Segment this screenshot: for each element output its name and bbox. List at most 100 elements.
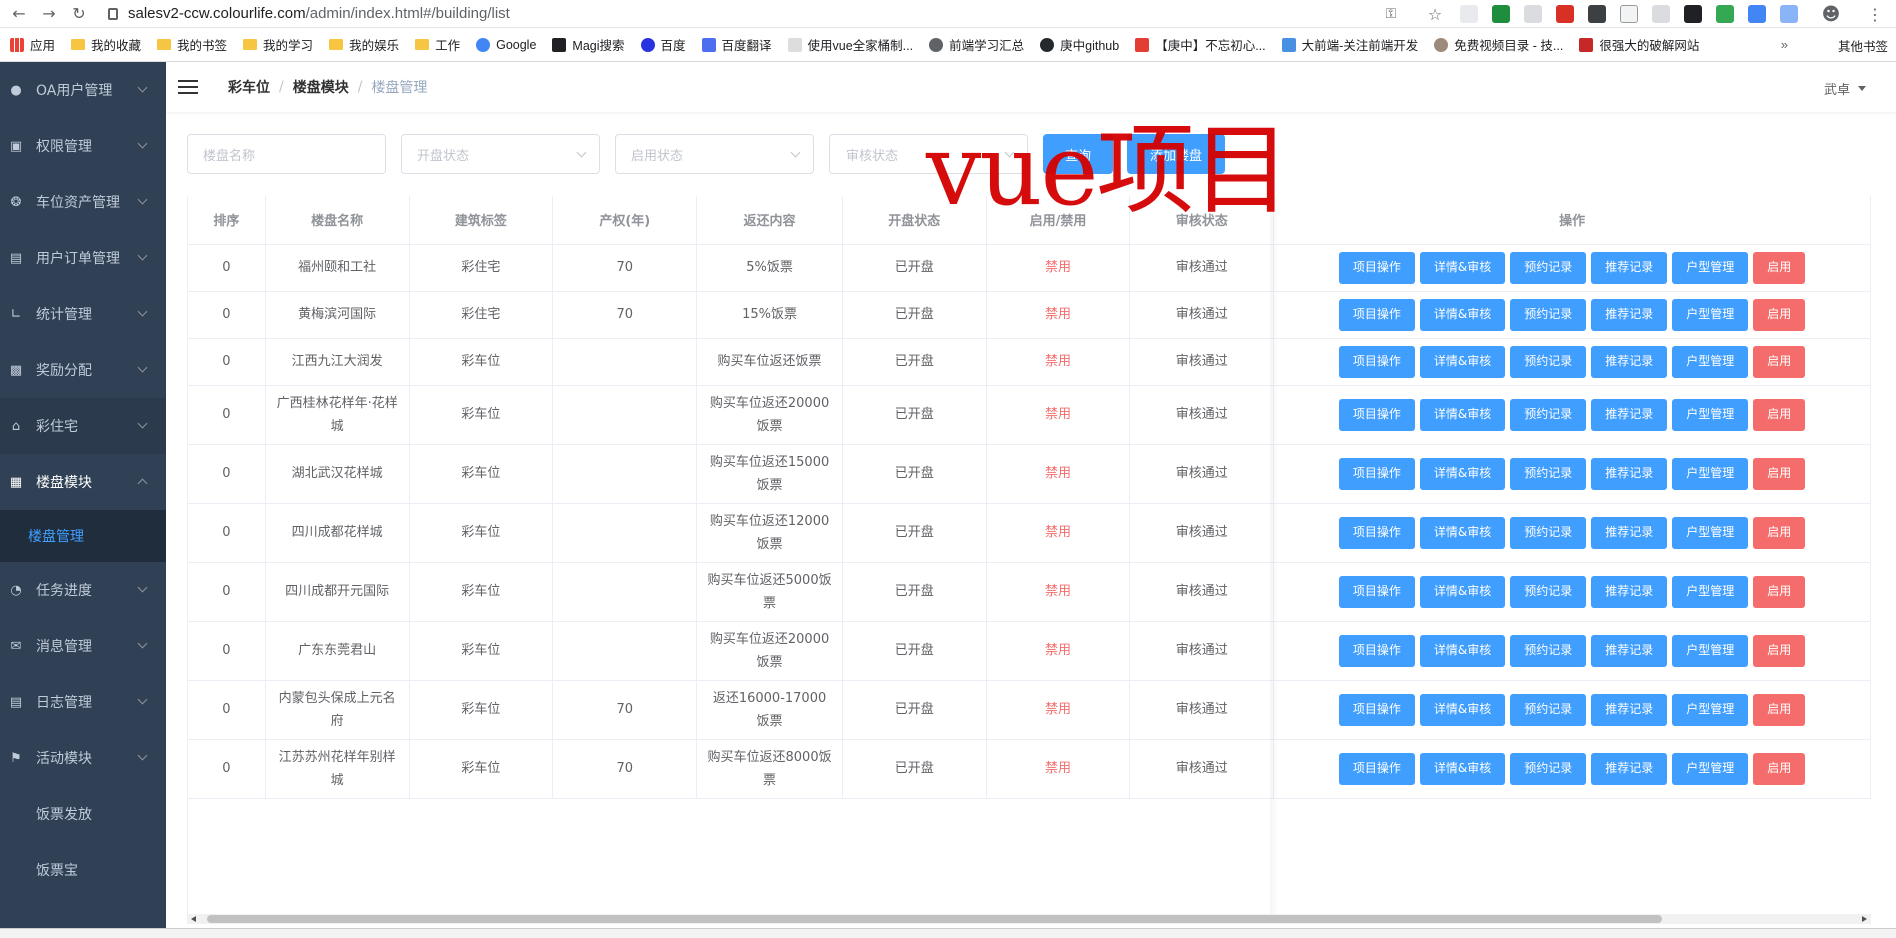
unit-type-button[interactable]: 户型管理 bbox=[1672, 345, 1749, 378]
project-ops-button[interactable]: 项目操作 bbox=[1338, 298, 1415, 331]
bookmark-item[interactable]: 工作 bbox=[415, 35, 460, 54]
sidebar-item-meal-ticket-issue[interactable]: 饭票发放 bbox=[0, 786, 166, 842]
referral-records-button[interactable]: 推荐记录 bbox=[1591, 575, 1668, 608]
unit-type-button[interactable]: 户型管理 bbox=[1672, 752, 1749, 785]
reservation-records-button[interactable]: 预约记录 bbox=[1510, 298, 1587, 331]
hamburger-icon[interactable] bbox=[178, 80, 198, 94]
url-field[interactable]: salesv2-ccw.colourlife.com/admin/index.h… bbox=[108, 5, 510, 22]
extension-icon[interactable] bbox=[1460, 5, 1478, 23]
referral-records-button[interactable]: 推荐记录 bbox=[1591, 693, 1668, 726]
sidebar-item-meal-ticket-treasure[interactable]: 饭票宝 bbox=[0, 842, 166, 898]
account-icon[interactable]: ☻ bbox=[1820, 3, 1842, 25]
unit-type-button[interactable]: 户型管理 bbox=[1672, 634, 1749, 667]
bookmark-item[interactable]: 我的收藏 bbox=[71, 35, 141, 54]
sidebar-item-statistics[interactable]: ∟ 统计管理 bbox=[0, 286, 166, 342]
bookmark-item[interactable]: 我的学习 bbox=[243, 35, 313, 54]
project-ops-button[interactable]: 项目操作 bbox=[1338, 575, 1415, 608]
sidebar-item-oa-users[interactable]: ● OA用户管理 bbox=[0, 62, 166, 118]
horizontal-scrollbar[interactable] bbox=[187, 914, 1871, 924]
reload-icon[interactable]: ↻ bbox=[68, 3, 90, 25]
building-name-input[interactable]: 楼盘名称 bbox=[187, 134, 386, 174]
breadcrumb-item[interactable]: 楼盘模块 bbox=[293, 77, 349, 97]
bookmark-item[interactable]: Google bbox=[476, 37, 536, 52]
extension-icon[interactable] bbox=[1684, 5, 1702, 23]
unit-type-button[interactable]: 户型管理 bbox=[1672, 457, 1749, 490]
extension-icon[interactable] bbox=[1748, 5, 1766, 23]
reservation-records-button[interactable]: 预约记录 bbox=[1510, 634, 1587, 667]
referral-records-button[interactable]: 推荐记录 bbox=[1591, 398, 1668, 431]
enable-button[interactable]: 启用 bbox=[1753, 398, 1806, 431]
scrollbar-thumb[interactable] bbox=[207, 915, 1662, 923]
unit-type-button[interactable]: 户型管理 bbox=[1672, 251, 1749, 284]
extension-icon[interactable] bbox=[1652, 5, 1670, 23]
referral-records-button[interactable]: 推荐记录 bbox=[1591, 298, 1668, 331]
star-icon[interactable]: ☆ bbox=[1424, 3, 1446, 25]
referral-records-button[interactable]: 推荐记录 bbox=[1591, 457, 1668, 490]
reservation-records-button[interactable]: 预约记录 bbox=[1510, 398, 1587, 431]
reservation-records-button[interactable]: 预约记录 bbox=[1510, 693, 1587, 726]
enable-button[interactable]: 启用 bbox=[1753, 298, 1806, 331]
bookmark-item[interactable]: 免费视频目录 - 技... bbox=[1434, 35, 1563, 54]
bookmarks-overflow-icon[interactable]: » bbox=[1781, 37, 1788, 52]
extension-icon[interactable] bbox=[1780, 5, 1798, 23]
enable-button[interactable]: 启用 bbox=[1753, 251, 1806, 284]
extension-icon[interactable] bbox=[1716, 5, 1734, 23]
referral-records-button[interactable]: 推荐记录 bbox=[1591, 251, 1668, 284]
project-ops-button[interactable]: 项目操作 bbox=[1338, 516, 1415, 549]
sidebar-item-residence[interactable]: ⌂ 彩住宅 bbox=[0, 398, 166, 454]
unit-type-button[interactable]: 户型管理 bbox=[1672, 575, 1749, 608]
extension-icon[interactable] bbox=[1492, 5, 1510, 23]
audit-status-select[interactable]: 审核状态 bbox=[829, 134, 1028, 174]
sidebar-item-task-progress[interactable]: ◔ 任务进度 bbox=[0, 562, 166, 618]
extension-icon[interactable] bbox=[1556, 5, 1574, 23]
bookmark-item[interactable]: 百度 bbox=[640, 35, 686, 54]
other-bookmarks[interactable]: 其他书签 bbox=[1830, 28, 1896, 61]
detail-audit-button[interactable]: 详情&审核 bbox=[1419, 457, 1506, 490]
enable-status-select[interactable]: 启用状态 bbox=[615, 134, 814, 174]
extension-icon[interactable] bbox=[1588, 5, 1606, 23]
open-status-select[interactable]: 开盘状态 bbox=[401, 134, 600, 174]
enable-button[interactable]: 启用 bbox=[1753, 457, 1806, 490]
project-ops-button[interactable]: 项目操作 bbox=[1338, 752, 1415, 785]
bookmark-item[interactable]: 我的书签 bbox=[157, 35, 227, 54]
query-button[interactable]: 查询 bbox=[1043, 134, 1113, 174]
sidebar-item-building-module[interactable]: ▦ 楼盘模块 bbox=[0, 454, 166, 510]
bookmark-item[interactable]: 【庚中】不忘初心... bbox=[1135, 35, 1266, 54]
breadcrumb-item[interactable]: 彩车位 bbox=[228, 77, 270, 97]
detail-audit-button[interactable]: 详情&审核 bbox=[1419, 634, 1506, 667]
unit-type-button[interactable]: 户型管理 bbox=[1672, 398, 1749, 431]
sidebar-item-messages[interactable]: ✉ 消息管理 bbox=[0, 618, 166, 674]
menu-dots-icon[interactable]: ⋮ bbox=[1864, 3, 1886, 25]
bookmark-item[interactable]: 大前端-关注前端开发 bbox=[1281, 35, 1418, 54]
reservation-records-button[interactable]: 预约记录 bbox=[1510, 516, 1587, 549]
referral-records-button[interactable]: 推荐记录 bbox=[1591, 634, 1668, 667]
back-icon[interactable]: ← bbox=[8, 3, 30, 25]
reservation-records-button[interactable]: 预约记录 bbox=[1510, 457, 1587, 490]
add-building-button[interactable]: 添加楼盘 bbox=[1127, 134, 1225, 174]
project-ops-button[interactable]: 项目操作 bbox=[1338, 457, 1415, 490]
project-ops-button[interactable]: 项目操作 bbox=[1338, 345, 1415, 378]
enable-button[interactable]: 启用 bbox=[1753, 516, 1806, 549]
bookmark-item[interactable]: Magi搜索 bbox=[552, 35, 625, 54]
scroll-right-icon[interactable] bbox=[1862, 916, 1867, 922]
bookmark-item[interactable]: 前端学习汇总 bbox=[929, 35, 1024, 54]
enable-button[interactable]: 启用 bbox=[1753, 693, 1806, 726]
sidebar-subitem-building-management[interactable]: 楼盘管理 bbox=[0, 510, 166, 562]
reservation-records-button[interactable]: 预约记录 bbox=[1510, 752, 1587, 785]
detail-audit-button[interactable]: 详情&审核 bbox=[1419, 251, 1506, 284]
detail-audit-button[interactable]: 详情&审核 bbox=[1419, 298, 1506, 331]
scroll-left-icon[interactable] bbox=[191, 916, 196, 922]
extension-icon[interactable] bbox=[1524, 5, 1542, 23]
enable-button[interactable]: 启用 bbox=[1753, 575, 1806, 608]
referral-records-button[interactable]: 推荐记录 bbox=[1591, 752, 1668, 785]
reservation-records-button[interactable]: 预约记录 bbox=[1510, 575, 1587, 608]
detail-audit-button[interactable]: 详情&审核 bbox=[1419, 693, 1506, 726]
detail-audit-button[interactable]: 详情&审核 bbox=[1419, 516, 1506, 549]
referral-records-button[interactable]: 推荐记录 bbox=[1591, 516, 1668, 549]
referral-records-button[interactable]: 推荐记录 bbox=[1591, 345, 1668, 378]
sidebar-item-parking-assets[interactable]: ❂ 车位资产管理 bbox=[0, 174, 166, 230]
sidebar-item-rewards[interactable]: ▩ 奖励分配 bbox=[0, 342, 166, 398]
project-ops-button[interactable]: 项目操作 bbox=[1338, 634, 1415, 667]
unit-type-button[interactable]: 户型管理 bbox=[1672, 516, 1749, 549]
sidebar-item-user-orders[interactable]: ▤ 用户订单管理 bbox=[0, 230, 166, 286]
